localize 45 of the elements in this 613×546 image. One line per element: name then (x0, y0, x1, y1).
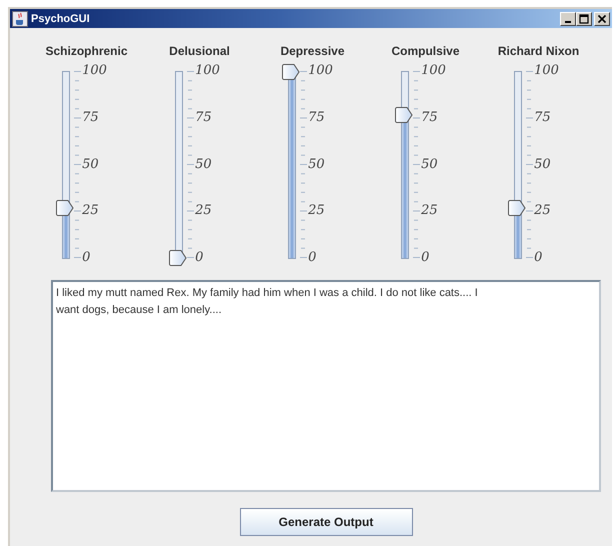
tick-label: 0 (308, 250, 318, 266)
tick-label: 75 (534, 110, 552, 126)
tick-label: 25 (308, 203, 326, 220)
tick-label: 25 (534, 203, 552, 220)
tick-label: 50 (82, 156, 100, 172)
slider-thumb[interactable] (56, 200, 74, 216)
slider-label: Richard Nixon (498, 43, 580, 59)
minimize-icon (565, 21, 571, 23)
slider-thumb[interactable] (508, 200, 526, 216)
tick-label: 75 (421, 110, 439, 126)
tick-label: 50 (421, 156, 439, 172)
generate-output-button[interactable]: Generate Output (240, 508, 412, 536)
tick-label: 50 (195, 156, 213, 172)
tick-label: 75 (195, 110, 213, 126)
close-button[interactable] (594, 12, 610, 26)
slider-label: Schizophrenic (45, 43, 128, 59)
window-title: PsychoGUI (31, 12, 91, 24)
tick-label: 100 (308, 63, 333, 79)
maximize-icon (579, 14, 589, 24)
tick-label: 50 (534, 156, 552, 172)
tick-label: 100 (82, 63, 107, 79)
tick-label: 100 (195, 63, 220, 79)
tick-label: 0 (534, 250, 544, 266)
slider-thumb[interactable] (395, 106, 414, 123)
tick-label: 25 (421, 203, 439, 220)
coffee-cup-icon (12, 10, 28, 26)
tick-label: 50 (308, 156, 326, 172)
output-text-area[interactable]: I liked my mutt named Rex. My family had him when I was a child. I do not like cats.... I want dogs, because I am lonely.... (51, 280, 601, 492)
slider-label: Delusional (169, 43, 230, 59)
slider-label: Compulsive (391, 43, 460, 59)
tick-label: 0 (195, 250, 204, 266)
tick-label: 75 (82, 110, 100, 126)
close-icon (597, 14, 607, 24)
minimize-button[interactable] (560, 12, 576, 26)
tick-label: 0 (421, 250, 430, 266)
tick-label: 25 (195, 203, 213, 220)
tick-label: 25 (82, 203, 100, 220)
slider-thumb[interactable] (169, 250, 188, 266)
slider-label: Depressive (280, 43, 345, 59)
slider-thumb[interactable] (282, 64, 300, 80)
tick-label: 75 (308, 110, 326, 126)
tick-label: 100 (534, 63, 559, 79)
tick-label: 100 (421, 63, 446, 79)
maximize-button[interactable] (576, 12, 592, 26)
tick-label: 0 (82, 250, 92, 266)
